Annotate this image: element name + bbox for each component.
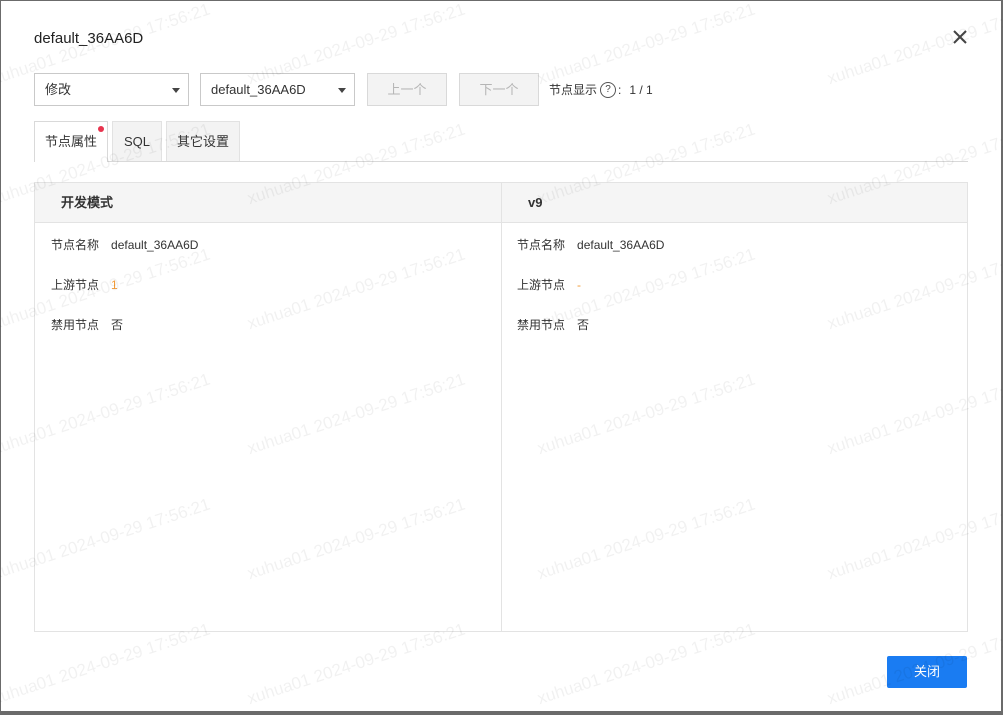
- tab-other-settings[interactable]: 其它设置: [166, 121, 240, 161]
- chevron-down-icon: [172, 88, 180, 93]
- row-label: 上游节点: [51, 278, 100, 292]
- row-label: 禁用节点: [51, 318, 100, 332]
- node-display-info: 节点显示 ? : 1 / 1: [549, 81, 653, 98]
- node-select[interactable]: default_36AA6D: [200, 73, 355, 106]
- row-value: -: [577, 278, 582, 292]
- tab-label: 节点属性: [44, 134, 97, 149]
- right-row-disabled: 禁用节点否: [517, 316, 589, 333]
- row-value: 1: [111, 278, 118, 292]
- close-button[interactable]: 关闭: [887, 656, 967, 688]
- right-column-header: v9: [502, 183, 967, 223]
- left-column-header: 开发模式: [35, 183, 501, 223]
- left-row-node-name: 节点名称 default_36AA6D: [51, 236, 198, 253]
- compare-panel: 开发模式 v9 节点名称 default_36AA6D 上游节点 1 禁用节点否 节…: [34, 182, 968, 632]
- node-display-colon: :: [618, 82, 622, 97]
- row-value: 否: [111, 318, 124, 332]
- tab-sql[interactable]: SQL: [112, 121, 162, 161]
- row-label: 节点名称: [517, 238, 566, 252]
- tab-label: 其它设置: [176, 134, 229, 149]
- row-label: 禁用节点: [517, 318, 566, 332]
- compare-dialog: default_36AA6D 修改 default_36AA6D 上一个 下一个…: [1, 1, 1001, 711]
- row-label: 上游节点: [517, 278, 566, 292]
- node-select-value: default_36AA6D: [211, 82, 306, 97]
- tab-node-properties[interactable]: 节点属性: [34, 121, 108, 162]
- right-row-upstream: 上游节点 -: [517, 276, 581, 293]
- column-divider: [501, 183, 502, 631]
- node-display-label: 节点显示: [549, 83, 598, 97]
- change-dot-indicator: [98, 126, 104, 132]
- left-row-disabled: 禁用节点否: [51, 316, 123, 333]
- change-type-value: 修改: [45, 82, 72, 97]
- prev-button[interactable]: 上一个: [367, 73, 447, 106]
- change-type-select[interactable]: 修改: [34, 73, 189, 106]
- row-value: default_36AA6D: [111, 238, 199, 252]
- row-value: default_36AA6D: [577, 238, 665, 252]
- node-count: 1 / 1: [629, 82, 653, 97]
- row-label: 节点名称: [51, 238, 100, 252]
- tab-bar: 节点属性 SQL 其它设置: [34, 121, 968, 162]
- question-circle-icon[interactable]: ?: [600, 81, 617, 98]
- row-value: 否: [577, 318, 590, 332]
- left-row-upstream: 上游节点 1: [51, 276, 118, 293]
- tab-label: SQL: [123, 134, 150, 149]
- right-row-node-name: 节点名称 default_36AA6D: [517, 236, 664, 253]
- close-icon[interactable]: [949, 26, 971, 48]
- next-button[interactable]: 下一个: [459, 73, 539, 106]
- dialog-title: default_36AA6D: [34, 30, 144, 47]
- chevron-down-icon: [338, 88, 346, 93]
